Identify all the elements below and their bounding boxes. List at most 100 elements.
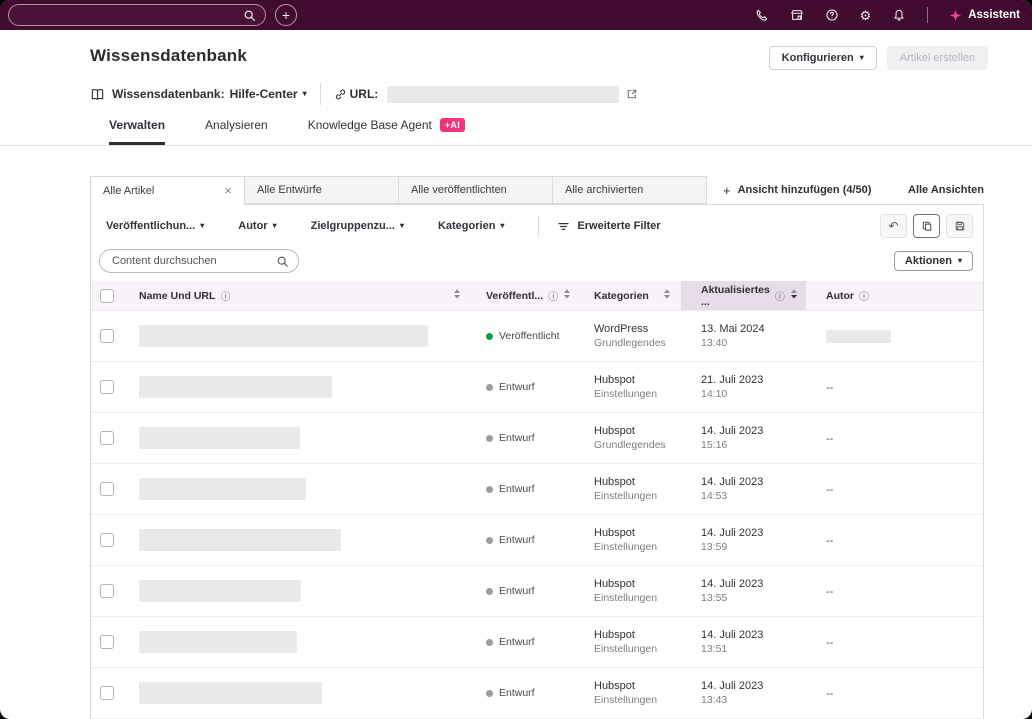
- table-header-row: Name Und URLⓘ Veröffentl...ⓘ Kategorien …: [91, 281, 983, 310]
- category-cell: HubspotEinstellungen: [566, 527, 681, 553]
- url-redacted-value: [387, 86, 619, 103]
- global-search-input[interactable]: [8, 4, 266, 26]
- tab-verwalten[interactable]: Verwalten: [109, 118, 165, 145]
- author-cell: --: [806, 531, 983, 549]
- settings-icon[interactable]: ⚙: [860, 9, 872, 22]
- row-checkbox[interactable]: [100, 482, 114, 496]
- article-name-cell[interactable]: [126, 427, 471, 449]
- sort-control[interactable]: [663, 288, 671, 303]
- redacted-article-name: [139, 682, 322, 704]
- author-cell: [806, 330, 983, 343]
- tab-analysieren[interactable]: Analysieren: [205, 118, 268, 145]
- phone-icon[interactable]: [755, 8, 769, 22]
- all-views-button[interactable]: Alle Ansichten: [908, 176, 984, 204]
- marketplace-icon[interactable]: [790, 8, 804, 22]
- view-tab-alle-archivierten[interactable]: Alle archivierten: [552, 176, 707, 204]
- status-cell: Entwurf: [471, 432, 566, 444]
- actions-button[interactable]: Aktionen ▾: [894, 251, 973, 271]
- kb-selector[interactable]: Hilfe-Center ▾: [230, 87, 307, 101]
- view-tabs: Alle Artikel×Alle Entwürfe Alle veröffent…: [90, 176, 984, 204]
- sort-icon[interactable]: [790, 288, 798, 300]
- help-icon[interactable]: [825, 8, 839, 22]
- filter-dropdown-autor[interactable]: Autor▾: [238, 220, 276, 232]
- ai-badge: +AI: [440, 118, 465, 132]
- tab-label: Knowledge Base Agent: [308, 118, 432, 132]
- info-icon[interactable]: ⓘ: [220, 288, 230, 303]
- row-checkbox[interactable]: [100, 380, 114, 394]
- updated-time: 13:59: [701, 541, 806, 553]
- article-name-cell[interactable]: [126, 478, 471, 500]
- status-cell: Entwurf: [471, 585, 566, 597]
- assistant-button[interactable]: Assistent: [949, 9, 1020, 22]
- category-cell: HubspotEinstellungen: [566, 476, 681, 502]
- undo-button[interactable]: ↶: [880, 214, 907, 238]
- article-name-cell[interactable]: [126, 325, 471, 347]
- sort-icon[interactable]: [663, 288, 671, 300]
- row-checkbox[interactable]: [100, 431, 114, 445]
- sort-control[interactable]: [453, 288, 461, 303]
- row-checkbox[interactable]: [100, 686, 114, 700]
- create-article-button[interactable]: Artikel erstellen: [887, 46, 988, 70]
- configure-button[interactable]: Konfigurieren ▾: [769, 46, 877, 70]
- category-name: Hubspot: [594, 578, 681, 590]
- article-name-cell[interactable]: [126, 376, 471, 398]
- advanced-filters-button[interactable]: Erweiterte Filter: [557, 220, 660, 233]
- global-add-button[interactable]: +: [275, 4, 297, 26]
- category-cell: Hubspot Einstellungen: [566, 578, 681, 604]
- view-tab-alle-artikel[interactable]: Alle Artikel×: [90, 176, 245, 205]
- column-header-veröffentl-[interactable]: Veröffentl...ⓘ: [471, 281, 566, 310]
- filter-dropdown-zielgruppenzu-[interactable]: Zielgruppenzu...▾: [311, 220, 404, 232]
- column-header-autor[interactable]: Autorⓘ: [806, 281, 983, 310]
- redacted-author: [826, 330, 891, 343]
- add-view-label: Ansicht hinzufügen (4/50): [738, 184, 872, 196]
- view-tab-alle-veröffentlichten[interactable]: Alle veröffentlichten: [398, 176, 553, 204]
- view-tab-label: Alle veröffentlichten: [411, 184, 507, 196]
- external-link-icon[interactable]: [626, 88, 638, 100]
- column-header-kategorien[interactable]: Kategorien: [566, 281, 681, 310]
- row-checkbox[interactable]: [100, 533, 114, 547]
- updated-time: 13:43: [701, 694, 806, 706]
- subcategory-name: Grundlegendes: [594, 337, 681, 349]
- row-checkbox[interactable]: [100, 635, 114, 649]
- info-icon[interactable]: ⓘ: [775, 288, 785, 303]
- add-view-button[interactable]: +Ansicht hinzufügen (4/50): [723, 176, 871, 204]
- column-header-aktualisiertes-[interactable]: Aktualisiertes ...ⓘ: [681, 281, 806, 310]
- copy-icon: [921, 220, 933, 232]
- notifications-icon[interactable]: [892, 8, 906, 22]
- page-header: Wissensdatenbank Konfigurieren ▾ Artikel…: [0, 30, 1032, 146]
- author-value: --: [826, 433, 833, 445]
- status-dot: [486, 435, 493, 442]
- row-checkbox[interactable]: [100, 584, 114, 598]
- category-name: Hubspot: [594, 374, 681, 386]
- tab-knowledge-base-agent[interactable]: Knowledge Base Agent +AI: [308, 118, 465, 145]
- updated-date: 14. Juli 2023: [701, 629, 806, 641]
- info-icon[interactable]: ⓘ: [548, 288, 558, 303]
- clone-view-button[interactable]: [913, 214, 940, 238]
- table-search-row: Aktionen ▾: [91, 241, 983, 281]
- status-badge: Entwurf: [499, 636, 535, 648]
- content-search-input[interactable]: [112, 255, 276, 267]
- subcategory-name: Einstellungen: [594, 592, 681, 604]
- info-icon[interactable]: ⓘ: [859, 288, 869, 303]
- status-dot: [486, 486, 493, 493]
- sort-icon[interactable]: [453, 288, 461, 300]
- article-name-cell[interactable]: [126, 580, 471, 602]
- select-all-checkbox[interactable]: [100, 289, 114, 303]
- filter-dropdown-veröffentlichun-[interactable]: Veröffentlichun...▾: [106, 220, 204, 232]
- row-select-cell: [91, 362, 126, 412]
- save-view-button[interactable]: [946, 214, 973, 238]
- sort-control[interactable]: [790, 288, 798, 303]
- category-cell: HubspotEinstellungen: [566, 680, 681, 706]
- article-name-cell[interactable]: [126, 631, 471, 653]
- view-tab-alle-entwürfe[interactable]: Alle Entwürfe: [244, 176, 399, 204]
- content-search-field[interactable]: [99, 249, 299, 273]
- article-name-cell[interactable]: [126, 682, 471, 704]
- table-row: EntwurfHubspotGrundlegendes14. Juli 2023…: [91, 412, 983, 463]
- row-checkbox[interactable]: [100, 329, 114, 343]
- article-name-cell[interactable]: [126, 529, 471, 551]
- table-row: EntwurfHubspotEinstellungen14. Juli 2023…: [91, 667, 983, 718]
- author-cell: --: [806, 378, 983, 396]
- column-header-name-und-url[interactable]: Name Und URLⓘ: [126, 281, 471, 310]
- filter-dropdown-kategorien[interactable]: Kategorien▾: [438, 220, 504, 232]
- close-icon[interactable]: ×: [224, 184, 232, 197]
